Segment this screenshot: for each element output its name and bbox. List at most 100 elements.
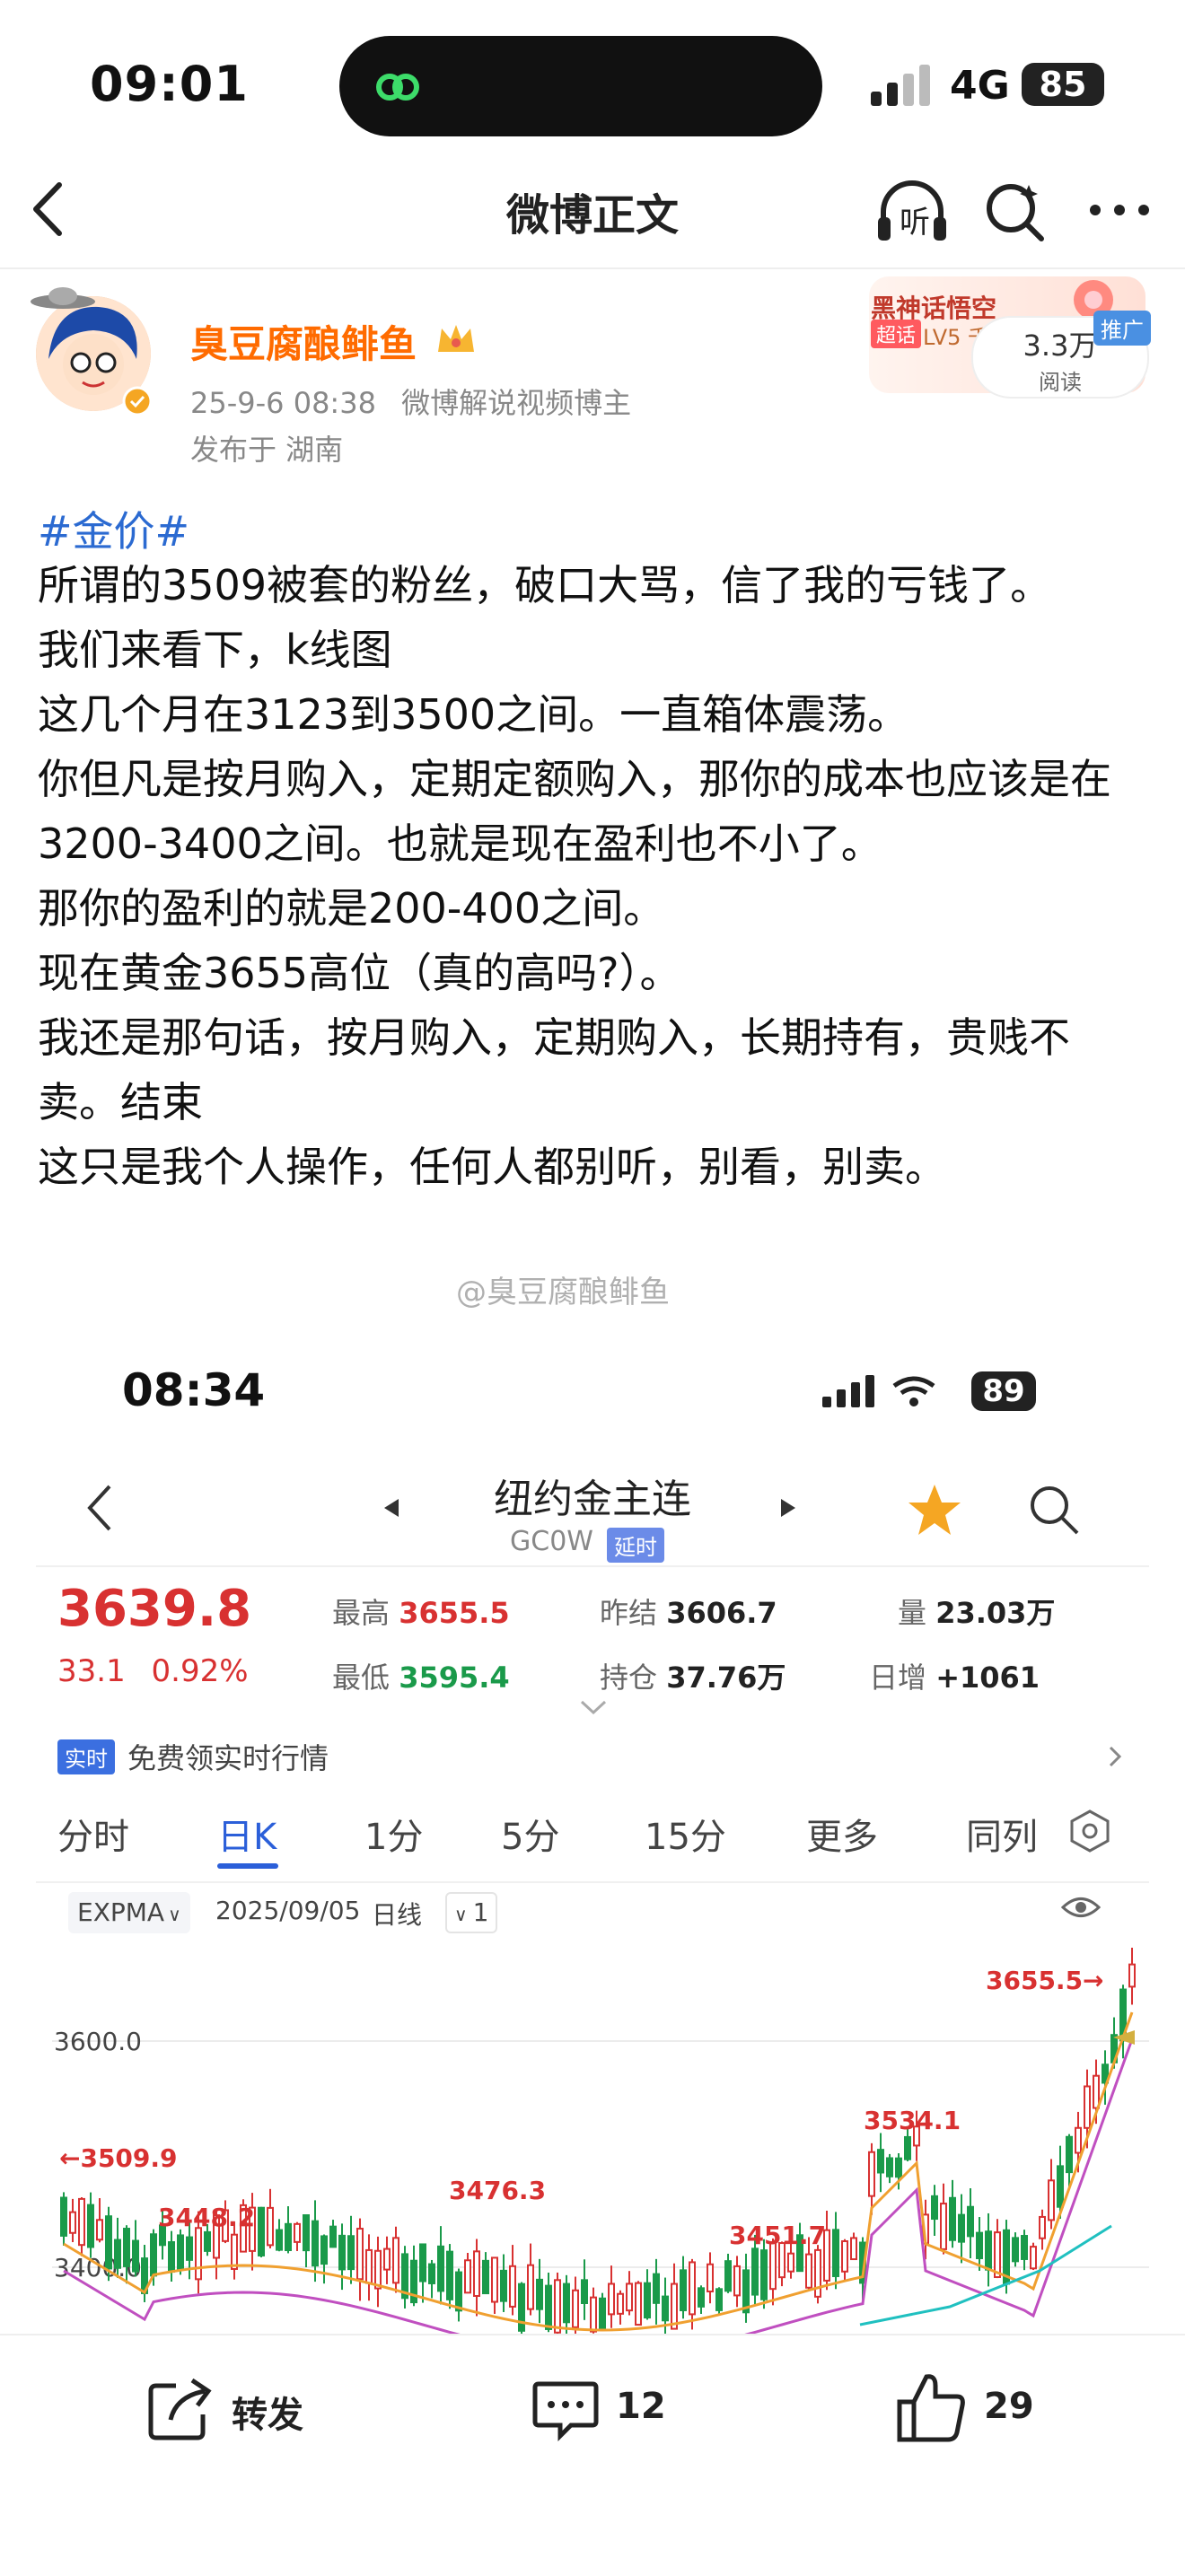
volume-stat: 量 23.03万: [898, 1590, 1055, 1632]
embedded-time: 08:34: [122, 1364, 266, 1416]
candle-body: [267, 2206, 274, 2247]
comment-button[interactable]: 12: [530, 2373, 691, 2445]
candle-body: [356, 2228, 364, 2281]
candle-body: [599, 2297, 606, 2330]
search-icon[interactable]: [984, 180, 1047, 242]
crown-icon: [438, 325, 474, 352]
verified-badge-icon: [122, 386, 153, 416]
candle-body: [985, 2230, 992, 2271]
chevron-right-icon: [1109, 1746, 1122, 1767]
candle-body: [931, 2195, 938, 2221]
candle-body: [976, 2231, 983, 2259]
daily-increase-value: +1061: [935, 1660, 1040, 1695]
share-icon: [148, 2378, 212, 2440]
candle-body: [96, 2219, 103, 2241]
candle-body: [751, 2247, 759, 2296]
candle-body: [850, 2237, 857, 2261]
candle-body: [644, 2282, 651, 2319]
embedded-status-icons: [822, 1375, 935, 1407]
high-stat: 最高 3655.5: [332, 1590, 510, 1632]
realtime-promo: 实时 免费领实时行情: [57, 1736, 1131, 1779]
volume-value: 23.03万: [935, 1596, 1056, 1630]
candle-body: [329, 2225, 337, 2248]
last-price: 3639.8: [57, 1580, 252, 1638]
candle-body: [303, 2214, 310, 2252]
candle-body: [707, 2263, 714, 2292]
change-value: 33.1: [57, 1653, 126, 1689]
candle-body: [168, 2241, 175, 2274]
candle-body: [231, 2233, 238, 2270]
price-annotation: 3476.3: [449, 2176, 546, 2205]
repost-label: 转发: [232, 2395, 303, 2436]
candle-body: [805, 2253, 812, 2289]
candle-body: [500, 2269, 507, 2302]
post-line: 我还是那句话，按月购入，定期购入，长期持有，贵贱不卖。结束: [38, 1013, 1070, 1126]
tab-same-list: 同列: [966, 1817, 1038, 1858]
open-interest-label: 持仓: [600, 1660, 658, 1695]
candle-body: [868, 2151, 875, 2197]
listen-button[interactable]: 听: [874, 176, 950, 244]
candle-body: [563, 2282, 570, 2324]
open-interest-stat: 持仓 37.76万: [600, 1655, 786, 1696]
tab-5min: 5分: [501, 1817, 560, 1858]
favorite-star-icon: [908, 1485, 961, 1535]
candle-body: [114, 2239, 121, 2269]
candle-body: [581, 2279, 588, 2304]
listen-label: 听: [900, 205, 930, 241]
candle-body: [123, 2228, 130, 2267]
candle-body: [554, 2279, 561, 2334]
candle-body: [886, 2157, 893, 2177]
candle-body: [177, 2234, 184, 2271]
volume-label: 量: [898, 1596, 927, 1630]
ad-tag: 推广: [1093, 311, 1151, 346]
post-meta: 25-9-6 08:38 微博解说视频博主: [190, 381, 631, 422]
indicator-label: EXPMA: [77, 1897, 165, 1927]
embedded-battery: 89: [971, 1371, 1036, 1411]
candle-body: [635, 2282, 642, 2326]
nav-divider: [0, 267, 1185, 269]
tabs-divider: [36, 1881, 1149, 1883]
tab-intraday: 分时: [57, 1817, 129, 1858]
low-label: 最低: [332, 1660, 391, 1695]
tab-more: 更多: [806, 1817, 878, 1858]
topic-hashtag[interactable]: #金价#: [38, 499, 189, 558]
prev-close-label: 昨结: [600, 1596, 658, 1630]
candle-body: [464, 2259, 471, 2294]
candle-body: [536, 2278, 543, 2310]
candle-body: [258, 2206, 265, 2256]
candle-body: [760, 2249, 768, 2300]
tab-1min: 1分: [364, 1817, 424, 1858]
author-name[interactable]: 臭豆腐酿鲱鱼: [190, 314, 417, 369]
prev-close-stat: 昨结 3606.7: [600, 1590, 777, 1632]
candle-body: [455, 2271, 462, 2312]
candle-body: [1075, 2126, 1082, 2154]
candle-body: [446, 2250, 453, 2300]
candle-body: [1021, 2235, 1028, 2260]
eye-icon: [1061, 1897, 1101, 1917]
contract-title: 纽约金主连: [494, 1476, 691, 1522]
more-options-icon[interactable]: [1088, 203, 1151, 217]
candle-body: [1057, 2165, 1064, 2208]
post-line: 这几个月在3123到3500之间。一直箱体震荡。: [38, 690, 909, 739]
count-value: 1: [472, 1897, 489, 1927]
candle-body: [383, 2247, 391, 2271]
candle-body: [527, 2264, 534, 2310]
candle-body: [877, 2149, 884, 2174]
reads-label: 阅读: [1039, 370, 1082, 395]
candle-body: [60, 2196, 67, 2237]
post-line: 所谓的3509被套的粉丝，破口大骂，信了我的亏钱了。: [38, 561, 1052, 609]
candle-body: [491, 2256, 498, 2303]
price-annotation: ←3509.9: [59, 2143, 178, 2173]
network-type: 4G: [950, 63, 1010, 109]
candle-body: [105, 2215, 112, 2270]
repost-button[interactable]: 转发: [145, 2373, 334, 2445]
candle-body: [1030, 2246, 1037, 2270]
candle-body: [69, 2211, 76, 2234]
candle-body: [895, 2157, 902, 2178]
like-button[interactable]: 29: [894, 2370, 1056, 2445]
post-body: 所谓的3509被套的粉丝，破口大骂，信了我的亏钱了。 我们来看下，k线图 这几个…: [38, 553, 1151, 1199]
candle-body: [392, 2237, 399, 2284]
candle-body: [958, 2213, 965, 2243]
candle-body: [662, 2295, 669, 2322]
next-contract-icon: [781, 1499, 795, 1517]
